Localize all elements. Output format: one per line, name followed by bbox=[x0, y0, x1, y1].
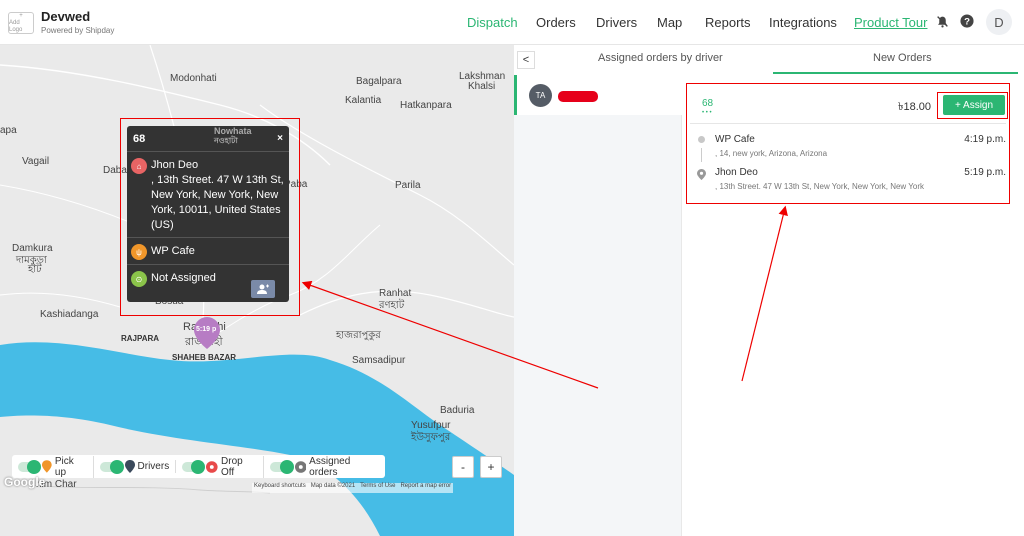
dropoff-name: Jhon Deo bbox=[715, 167, 758, 178]
map-attribution: Keyboard shortcuts Map data ©2021 Terms … bbox=[252, 483, 454, 493]
keyboard-shortcuts-link[interactable]: Keyboard shortcuts bbox=[254, 483, 306, 489]
map-label: apa bbox=[0, 125, 17, 136]
map-label: Kashiadanga bbox=[40, 309, 99, 320]
map-label: Bagalpara bbox=[356, 76, 402, 87]
map-label: Samsadipur bbox=[352, 355, 406, 366]
tab-assigned-orders[interactable]: Assigned orders by driver bbox=[598, 52, 723, 64]
redacted-driver-name bbox=[558, 91, 598, 102]
legend-assigned[interactable]: Assigned orders bbox=[264, 456, 385, 478]
divider bbox=[690, 123, 1006, 124]
nav-integrations[interactable]: Integrations bbox=[769, 15, 837, 30]
annotation-box bbox=[120, 118, 300, 316]
nav-dispatch[interactable]: Dispatch bbox=[467, 15, 518, 30]
map-label: হাজরাপুকুর bbox=[336, 330, 381, 341]
legend-pickup-label: Pick up bbox=[54, 455, 74, 478]
map-label: রণহাট bbox=[379, 300, 405, 311]
tab-new-orders[interactable]: New Orders bbox=[873, 52, 932, 64]
pickup-toggle[interactable] bbox=[18, 459, 42, 474]
zoom-in-button[interactable]: + bbox=[480, 456, 502, 478]
assigned-toggle[interactable] bbox=[270, 459, 294, 474]
map-label: SHAHEB BAZAR bbox=[172, 353, 236, 362]
map-label: Baduria bbox=[440, 405, 475, 416]
active-tab-indicator bbox=[773, 72, 1018, 74]
pickup-pin-icon bbox=[42, 460, 52, 473]
map-label: Hatkanpara bbox=[400, 100, 452, 111]
collapse-panel-button[interactable]: < bbox=[517, 51, 535, 69]
zoom-out-button[interactable]: - bbox=[452, 456, 474, 478]
map-marker[interactable]: 5:19 p bbox=[194, 317, 220, 349]
dropoff-icon bbox=[206, 460, 219, 473]
pickup-dot-icon bbox=[698, 136, 705, 143]
legend-drivers[interactable]: Drivers bbox=[94, 459, 177, 474]
pickup-time: 4:19 p.m. bbox=[964, 134, 1006, 145]
logo-text: Add Logo bbox=[9, 19, 23, 33]
map-label: RAJPARA bbox=[121, 334, 160, 343]
order-id[interactable]: 68 bbox=[702, 98, 713, 109]
map-label: হাট bbox=[28, 264, 42, 275]
dropoff-time: 5:19 p.m. bbox=[964, 167, 1006, 178]
legend-assigned-label: Assigned orders bbox=[309, 455, 351, 478]
top-bar: + Add Logo Devwed Powered by Shipday Dis… bbox=[0, 0, 1024, 45]
map-label: Vagail bbox=[22, 156, 50, 167]
dropoff-pin-icon bbox=[697, 167, 706, 185]
nav-orders[interactable]: Orders bbox=[536, 15, 576, 30]
terms-link[interactable]: Terms of Use bbox=[360, 483, 395, 489]
marker-time: 5:19 p bbox=[196, 326, 217, 333]
svg-text:?: ? bbox=[964, 17, 970, 28]
route-line bbox=[701, 148, 702, 162]
plus-icon: + bbox=[19, 12, 23, 19]
map-label: Modonhati bbox=[170, 73, 217, 84]
powered-by: Powered by Shipday bbox=[41, 26, 115, 35]
help-icon[interactable]: ? bbox=[959, 13, 975, 29]
order-price: ৳18.00 bbox=[898, 101, 932, 113]
nav-reports[interactable]: Reports bbox=[705, 15, 751, 30]
report-error-link[interactable]: Report a map error bbox=[400, 483, 451, 489]
brand: Devwed Powered by Shipday bbox=[41, 9, 114, 35]
bell-muted-icon[interactable] bbox=[934, 13, 950, 29]
logo-placeholder[interactable]: + Add Logo bbox=[8, 12, 34, 34]
nav-map[interactable]: Map bbox=[657, 15, 682, 30]
assigned-icon bbox=[294, 460, 307, 473]
app-name: Devwed bbox=[41, 9, 91, 24]
map-label: Kalantia bbox=[345, 95, 382, 106]
google-logo: Google bbox=[4, 475, 46, 489]
drivers-toggle[interactable] bbox=[99, 459, 124, 474]
annotation-box bbox=[937, 92, 1008, 119]
nav-product-tour[interactable]: Product Tour bbox=[854, 15, 927, 30]
map-legend: Pick up Drivers Drop Off Assigned orders bbox=[12, 455, 385, 478]
driver-avatar: TA bbox=[529, 84, 552, 107]
driver-pin-icon bbox=[124, 460, 135, 473]
pickup-name: WP Cafe bbox=[715, 134, 755, 145]
pickup-address: , 14, new york, Arizona, Arizona bbox=[715, 149, 828, 158]
map-data: Map data ©2021 bbox=[310, 483, 356, 489]
map-label: Parila bbox=[395, 180, 421, 191]
dropoff-address: , 13th Street. 47 W 13th St, New York, N… bbox=[715, 182, 924, 191]
map-label: ইউসুফপুর bbox=[411, 432, 451, 443]
legend-dropoff[interactable]: Drop Off bbox=[176, 455, 265, 478]
dropoff-toggle[interactable] bbox=[182, 459, 206, 474]
order-dots: • • • bbox=[702, 110, 712, 116]
user-avatar[interactable]: D bbox=[986, 9, 1012, 35]
legend-dropoff-label: Drop Off bbox=[221, 455, 243, 478]
nav-drivers[interactable]: Drivers bbox=[596, 15, 637, 30]
driver-list bbox=[514, 75, 682, 536]
legend-drivers-label: Drivers bbox=[137, 461, 170, 472]
map-label: Khalsi bbox=[468, 81, 496, 92]
